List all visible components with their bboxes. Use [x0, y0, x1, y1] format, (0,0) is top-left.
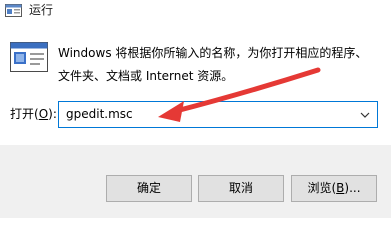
open-label-accesskey: O	[38, 107, 49, 121]
browse-button[interactable]: 浏览(B)...	[291, 175, 377, 202]
browse-button-prefix: 浏览(	[307, 181, 337, 195]
run-icon-large	[10, 42, 48, 72]
title-bar: 运行	[0, 0, 391, 26]
cancel-button-label: 取消	[228, 181, 253, 195]
open-label: 打开(O):	[10, 106, 57, 122]
description-line-2: 文件夹、文档或 Internet 资源。	[58, 69, 234, 83]
button-bar: 确定 取消 浏览(B)...	[0, 145, 391, 218]
chevron-down-icon[interactable]	[360, 111, 370, 119]
run-icon	[5, 4, 22, 17]
open-label-prefix: 打开(	[10, 107, 39, 121]
open-input[interactable]: gpedit.msc	[66, 107, 133, 122]
browse-button-suffix: )...	[344, 181, 361, 195]
ok-button-label: 确定	[136, 181, 161, 195]
run-dialog: 运行 Windows 将根据你所输入的名称，为你打开相应的程序、 文件夹、文档或…	[0, 0, 391, 218]
window-title: 运行	[29, 3, 54, 17]
open-combobox[interactable]: gpedit.msc	[58, 101, 378, 128]
description-text: Windows 将根据你所输入的名称，为你打开相应的程序、 文件夹、文档或 In…	[58, 42, 388, 88]
cancel-button[interactable]: 取消	[198, 175, 284, 202]
open-label-suffix: ):	[48, 107, 57, 121]
ok-button[interactable]: 确定	[106, 175, 192, 202]
description-line-1: Windows 将根据你所输入的名称，为你打开相应的程序、	[58, 46, 368, 60]
